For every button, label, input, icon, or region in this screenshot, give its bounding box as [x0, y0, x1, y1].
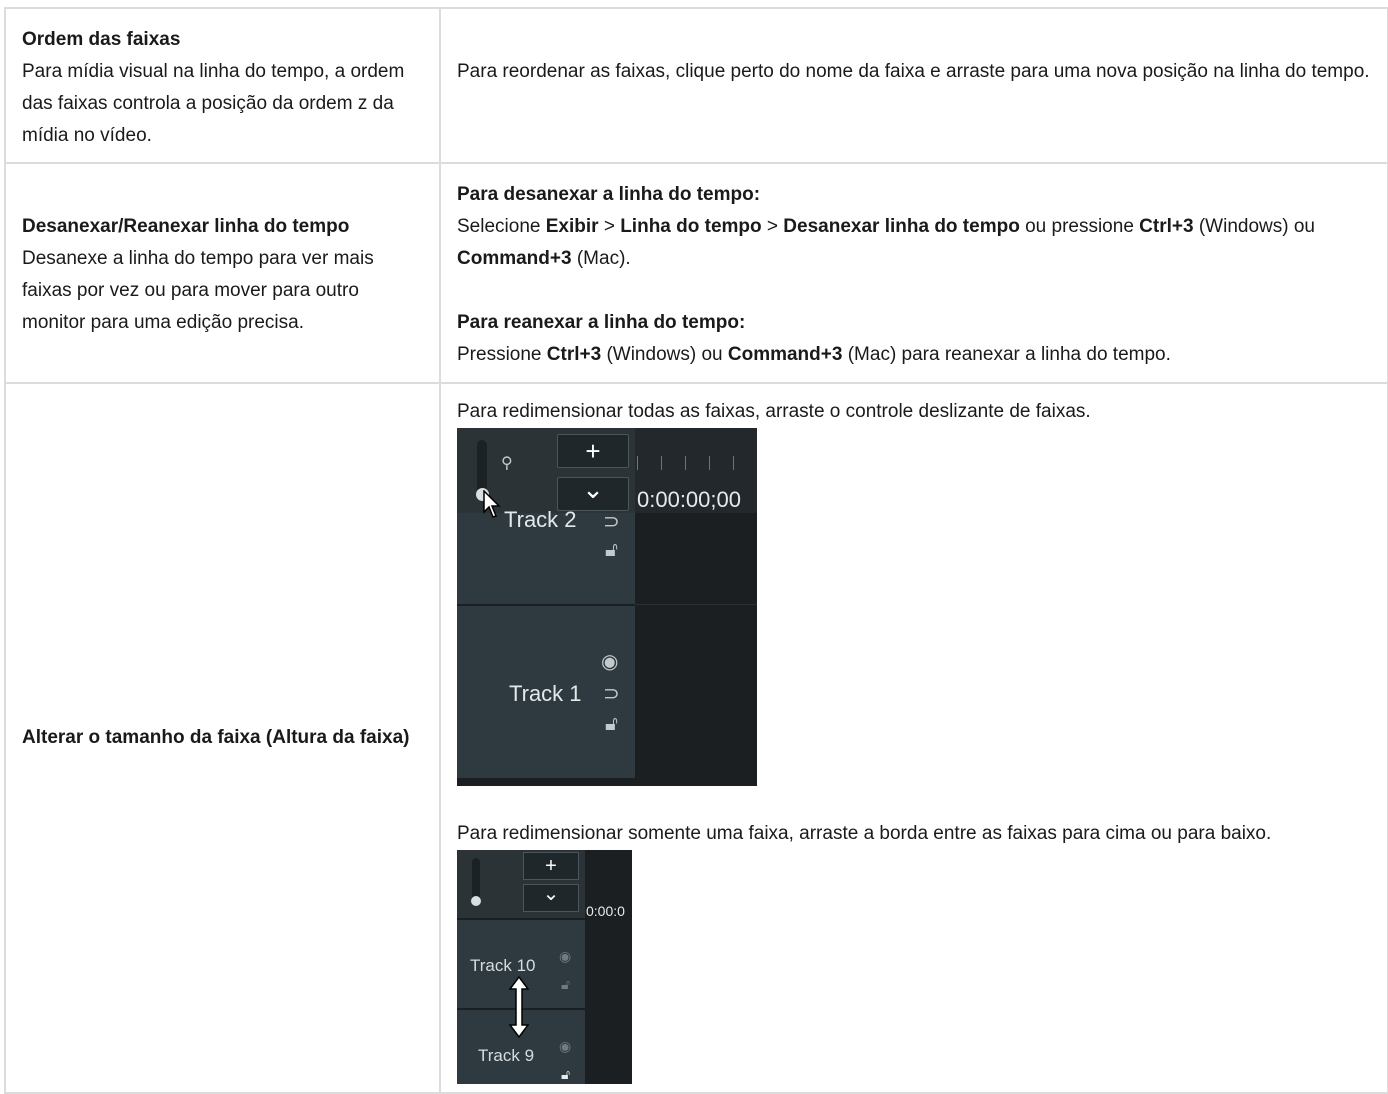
row-title: Alterar o tamanho da faixa (Altura da fa…: [22, 727, 410, 748]
track-label: Track 1: [509, 681, 582, 706]
row-label-cell: Desanexar/Reanexar linha do tempo Desane…: [4, 162, 441, 384]
row-label-cell: Alterar o tamanho da faixa (Altura da fa…: [4, 382, 441, 1094]
timeline-ruler: [637, 456, 757, 470]
row-title: Desanexar/Reanexar linha do tempo: [22, 216, 350, 237]
screenshot-track-border: + ⌄ 0:00:0 Track 10 ◉ 🔓︎ Track 9 ◉ 🔓︎: [457, 850, 632, 1084]
row-content-cell: Para redimensionar todas as faixas, arra…: [439, 382, 1388, 1094]
row-description: Desanexe a linha do tempo para ver mais …: [22, 248, 374, 333]
resize-arrow-icon: [509, 976, 529, 1038]
row-title: Ordem das faixas: [22, 29, 181, 50]
table-row: Alterar o tamanho da faixa (Altura da fa…: [4, 382, 1388, 1094]
lock-icon: 🔓︎: [605, 713, 618, 735]
row-description: Para mídia visual na linha do tempo, a o…: [22, 61, 405, 146]
all-tracks-text: Para redimensionar todas as faixas, arra…: [457, 401, 1091, 422]
row-text: Para reordenar as faixas, clique perto d…: [457, 61, 1370, 82]
lock-icon: 🔓︎: [605, 539, 618, 561]
detach-heading: Para desanexar a linha do tempo:: [457, 184, 761, 205]
row-content-cell: Para reordenar as faixas, clique perto d…: [439, 7, 1388, 164]
add-track-button[interactable]: +: [523, 852, 579, 880]
eye-icon: ◉: [601, 651, 619, 673]
one-track-text: Para redimensionar somente uma faixa, ar…: [457, 823, 1272, 844]
reattach-instructions: Pressione Ctrl+3 (Windows) ou Command+3 …: [457, 344, 1171, 365]
magnet-icon: ⊃: [603, 683, 620, 705]
timecode: 0:00:0: [586, 903, 625, 919]
chevron-down-icon[interactable]: ⌄: [523, 884, 579, 912]
zoom-icon: ⚲: [501, 455, 513, 472]
row-label-cell: Ordem das faixas Para mídia visual na li…: [4, 7, 441, 164]
track-label: Track 9: [478, 1046, 535, 1065]
table-row: Desanexar/Reanexar linha do tempo Desane…: [4, 162, 1388, 384]
detach-instructions: Selecione Exibir > Linha do tempo > Desa…: [457, 216, 1315, 269]
lock-icon: 🔓︎: [561, 976, 571, 992]
row-content-cell: Para desanexar a linha do tempo: Selecio…: [439, 162, 1388, 384]
lock-icon: 🔓︎: [561, 1066, 571, 1082]
track-label: Track 2: [504, 507, 577, 532]
mouse-cursor-icon: [483, 490, 501, 518]
add-track-button[interactable]: +: [557, 434, 629, 468]
screenshot-track-slider: ⚲ + ⌄ 0:00:00;00 Track 2 ⊃ 🔓︎ Track 1 ◉ …: [457, 428, 757, 786]
info-table: Ordem das faixas Para mídia visual na li…: [4, 7, 1388, 1094]
table-row: Ordem das faixas Para mídia visual na li…: [4, 7, 1388, 164]
timecode: 0:00:00;00: [637, 487, 741, 512]
slider-knob[interactable]: [471, 896, 481, 906]
reattach-heading: Para reanexar a linha do tempo:: [457, 312, 746, 333]
